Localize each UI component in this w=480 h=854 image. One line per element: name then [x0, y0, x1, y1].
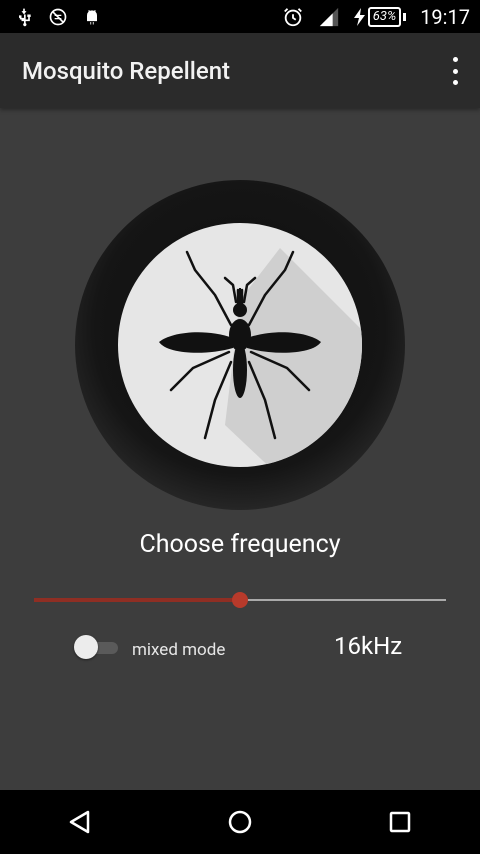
charging-icon	[353, 7, 365, 26]
mixed-mode-toggle[interactable]	[74, 635, 120, 659]
navigation-bar	[0, 790, 480, 854]
android-icon	[87, 9, 97, 24]
battery-level: 63%	[367, 6, 402, 27]
alarm-icon	[283, 7, 302, 26]
clock: 19:17	[420, 4, 470, 29]
frequency-value: 16kHz	[334, 632, 403, 660]
recents-button[interactable]	[370, 792, 430, 852]
choose-frequency-label: Choose frequency	[139, 530, 341, 559]
battery-tip	[403, 12, 407, 21]
toggle-knob	[74, 635, 98, 659]
usb-icon	[19, 8, 31, 26]
status-left-icons	[14, 7, 102, 27]
battery-indicator: 63%	[353, 6, 407, 27]
back-button[interactable]	[50, 792, 110, 852]
frequency-slider[interactable]	[34, 590, 446, 610]
overflow-menu-icon[interactable]	[446, 57, 464, 85]
app-title: Mosquito Repellent	[22, 56, 231, 85]
signal-icon	[319, 7, 338, 26]
mixed-mode-label: mixed mode	[132, 640, 226, 660]
ruler-off-icon	[49, 8, 67, 25]
back-icon	[69, 810, 90, 834]
home-button[interactable]	[210, 792, 270, 852]
slider-thumb[interactable]	[232, 592, 248, 608]
home-icon	[228, 810, 252, 834]
recents-icon	[389, 811, 411, 833]
status-bar: 63% 19:17	[0, 0, 480, 33]
status-right-icons: 63% 19:17	[282, 0, 470, 33]
mosquito-button[interactable]	[75, 180, 405, 510]
slider-fill	[34, 598, 240, 602]
app-bar: Mosquito Repellent	[0, 33, 480, 108]
